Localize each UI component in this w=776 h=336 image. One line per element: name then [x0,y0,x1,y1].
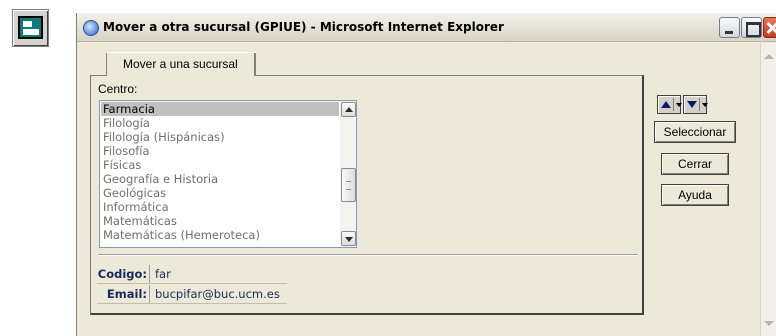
tab-panel: Centro: Farmacia Filología Filología (Hi… [90,75,644,315]
row-divider [97,283,287,284]
move-down-button[interactable] [683,95,708,114]
email-label-cell: Email: [97,285,147,303]
browser-window: Mover a otra sucursal (GPIUE) - Microsof… [76,13,776,336]
arrow-down-icon [687,101,697,108]
scroll-thumb[interactable] [341,168,356,202]
title-bar: Mover a otra sucursal (GPIUE) - Microsof… [77,13,776,42]
centro-listbox[interactable]: Farmacia Filología Filología (Hispánicas… [99,100,357,248]
page-scrollbar[interactable] [760,43,776,336]
row-divider [97,303,287,304]
list-item[interactable]: Farmacia [101,102,339,116]
list-item[interactable]: Filología [101,116,339,130]
dropdown-caret-icon[interactable] [702,103,708,107]
arrow-up-icon [661,101,671,108]
app-launcher-icon[interactable] [12,9,49,47]
scroll-up-arrow-icon[interactable] [764,54,774,59]
page-content: Mover a una sucursal Centro: Farmacia Fi… [77,43,760,336]
field-separator [149,265,150,283]
email-value: bucpifar@buc.ucm.es [155,287,280,301]
window-title: Mover a otra sucursal (GPIUE) - Microsof… [103,20,504,34]
move-up-button[interactable] [657,95,682,114]
scroll-down-button[interactable] [341,231,356,246]
scroll-down-arrow-icon[interactable] [764,321,774,326]
codigo-label-cell: Codigo: [97,265,147,283]
window-layout-icon [18,16,43,39]
email-label: Email: [106,287,147,301]
ayuda-button[interactable]: Ayuda [661,184,729,206]
scroll-up-button[interactable] [341,102,356,117]
minimize-button[interactable] [719,17,740,38]
maximize-button[interactable] [741,17,762,38]
codigo-value: far [155,267,171,281]
list-item[interactable]: Informática [101,200,339,214]
list-item[interactable]: Geografía e Historia [101,172,339,186]
dropdown-caret-icon[interactable] [676,103,682,107]
field-separator [149,285,150,303]
list-item[interactable]: Geológicas [101,186,339,200]
seleccionar-button[interactable]: Seleccionar [654,121,736,143]
listbox-scrollbar[interactable] [340,101,356,247]
codigo-label: Codigo: [97,267,147,281]
list-item[interactable]: Filosofía [101,144,339,158]
centro-label: Centro: [98,82,138,96]
close-window-button[interactable] [763,17,776,38]
section-divider [98,254,638,256]
tab-mover-sucursal[interactable]: Mover a una sucursal [106,52,256,76]
internet-explorer-icon [83,20,99,36]
list-item[interactable]: Matemáticas (Hemeroteca) [101,228,339,242]
list-item[interactable]: Físicas [101,158,339,172]
list-item[interactable]: Filología (Hispánicas) [101,130,339,144]
cerrar-button[interactable]: Cerrar [661,153,729,175]
list-item[interactable]: Matemáticas [101,214,339,228]
